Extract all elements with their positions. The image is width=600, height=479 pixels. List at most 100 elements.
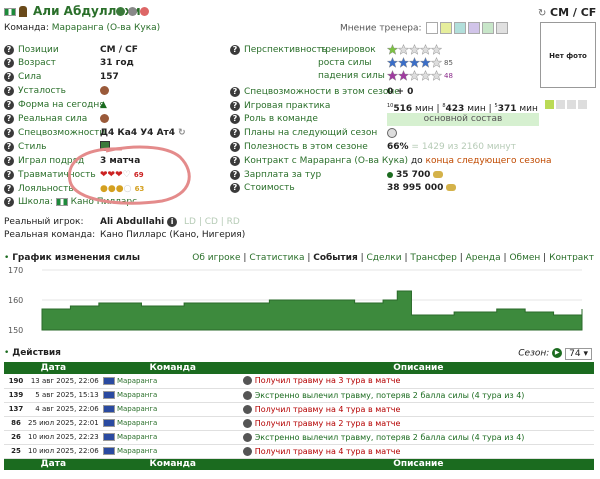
ball-icon [387, 128, 397, 138]
add-icons[interactable] [545, 100, 595, 110]
attr-row: ? Сила [4, 71, 41, 84]
useful-rest: = 1429 из 2160 минут [411, 142, 516, 152]
attr-value: 31 год [100, 57, 134, 70]
help-icon[interactable]: ? [4, 169, 14, 180]
coach-opinion-box[interactable] [496, 22, 509, 34]
coin-icon [433, 171, 444, 178]
team-link[interactable]: Мараранга (О-ва Кука) [52, 23, 160, 33]
attr-value: CM / CF [100, 44, 138, 57]
col-desc-foot[interactable]: Описание [242, 458, 594, 470]
nav-link[interactable]: События [313, 253, 358, 263]
help-icon[interactable]: ? [230, 86, 240, 97]
ball-icon [242, 376, 252, 386]
plus-icon [100, 114, 109, 123]
team-link[interactable]: Мараранга [117, 447, 157, 455]
nav-link[interactable]: Контракт [549, 253, 594, 263]
season-select[interactable]: 74 ▾ [565, 347, 592, 360]
row-team: Мараранга [102, 374, 243, 389]
info-icon[interactable] [116, 7, 125, 16]
coach-opinion-box[interactable] [468, 22, 481, 34]
help-icon[interactable]: ? [4, 183, 14, 194]
desc-text: Экстренно вылечил травму, потеряв 2 балл… [254, 432, 525, 442]
help-icon[interactable]: ? [230, 127, 240, 138]
contract-team-link[interactable]: Мараранга (О-ва Кука) [300, 156, 408, 166]
help-icon[interactable]: ? [4, 99, 14, 110]
actions-header: • Действия Сезон: ▶ 74 ▾ [4, 347, 594, 362]
nav-link[interactable]: Обмен [509, 253, 540, 263]
help-icon[interactable]: ? [4, 71, 14, 82]
star-icon [397, 69, 410, 81]
row-desc: Экстренно вылечил травму, потеряв 2 балл… [242, 430, 594, 445]
help-icon[interactable]: ? [230, 44, 240, 55]
dot-icon [387, 171, 393, 178]
play-icon[interactable]: ▶ [552, 348, 563, 358]
row-date: 4 авг 2025, 22:06 [28, 402, 103, 417]
ball-icon [242, 432, 252, 442]
col-team-foot[interactable]: Команда [102, 458, 243, 470]
col-date[interactable]: Дата [4, 362, 103, 374]
refresh-icon[interactable]: ↻ [178, 128, 186, 138]
help-icon[interactable]: ? [4, 57, 14, 68]
nav-link[interactable]: Трансфер [410, 253, 457, 263]
nav-link[interactable]: Сделки [367, 253, 402, 263]
help-icon[interactable]: ? [4, 141, 14, 152]
help-icon[interactable]: ? [230, 113, 240, 124]
nigeria-flag-icon [4, 8, 16, 16]
attr-row: ? Усталость [4, 85, 66, 98]
help-icon[interactable]: ? [4, 196, 14, 207]
help-icon[interactable]: ? [230, 169, 240, 180]
ball-icon[interactable] [128, 7, 137, 16]
strength-area [41, 290, 583, 331]
info-icon[interactable]: i [167, 216, 178, 227]
coach-opinion-box[interactable] [440, 22, 453, 34]
nav-link[interactable]: Аренда [466, 253, 501, 263]
contract-to: до [410, 156, 423, 166]
star-icon [419, 69, 432, 81]
help-icon[interactable]: ? [4, 127, 14, 138]
refresh-icon[interactable]: ↻ [538, 8, 546, 19]
attr-value-text: CM / CF [100, 45, 138, 55]
team-link[interactable]: Мараранга [117, 405, 157, 413]
ball-icon [242, 404, 252, 414]
attr-label: Стиль [18, 142, 47, 152]
help-icon[interactable]: ? [230, 182, 240, 193]
attr-value-text: 31 год [100, 58, 134, 68]
col-team[interactable]: Команда [102, 362, 243, 374]
help-icon[interactable]: ? [230, 141, 240, 152]
row-date: 10 июл 2025, 22:06 [28, 444, 103, 459]
row-number: 86 [4, 416, 28, 431]
coach-opinion-box[interactable] [482, 22, 495, 34]
nav-link[interactable]: Об игроке [192, 253, 240, 263]
attr-row: ? Позиции [4, 44, 59, 57]
coach-opinion-box[interactable] [426, 22, 439, 34]
help-icon[interactable]: ? [230, 100, 240, 111]
pill-icon[interactable] [140, 7, 149, 16]
star-icon [430, 56, 443, 68]
help-icon[interactable]: ? [4, 44, 14, 55]
row-number: 190 [4, 374, 28, 389]
team-link[interactable]: Мараранга [117, 433, 157, 441]
col-desc[interactable]: Описание [242, 362, 594, 374]
table-row: 86 25 июл 2025, 22:01 Мараранга Получил тр… [4, 416, 594, 431]
training-label: тренировок [320, 45, 376, 55]
help-icon[interactable]: ? [4, 113, 14, 124]
coach-opinion-box[interactable] [454, 22, 467, 34]
nav-link[interactable]: Статистика [249, 253, 304, 263]
col-date-foot[interactable]: Дата [4, 458, 103, 470]
prospect-label: Перспективность [244, 45, 328, 55]
chart-title: График изменения силы [12, 253, 141, 263]
cook-islands-flag-icon [102, 391, 115, 399]
table-row: 137 4 авг 2025, 22:06 Мараранга Получил тр… [4, 402, 594, 417]
desc-text: Экстренно вылечил травму, потеряв 2 балл… [254, 390, 525, 400]
contract-label: Контракт с [244, 156, 297, 166]
team-link[interactable]: Мараранга [117, 419, 157, 427]
season-label: Сезон: [518, 348, 550, 359]
desc-text: Получил травму на 3 тура в матче [254, 376, 401, 386]
help-icon[interactable]: ? [4, 155, 14, 166]
help-icon[interactable]: ? [4, 85, 14, 96]
team-link[interactable]: Мараранга [117, 391, 157, 399]
team-link[interactable]: Мараранга [117, 377, 157, 385]
help-icon[interactable]: ? [230, 155, 240, 166]
attr-label: Возраст [18, 58, 56, 68]
actions-table: Дата Команда Описание 190 13 авг 2025, 22… [4, 362, 594, 470]
